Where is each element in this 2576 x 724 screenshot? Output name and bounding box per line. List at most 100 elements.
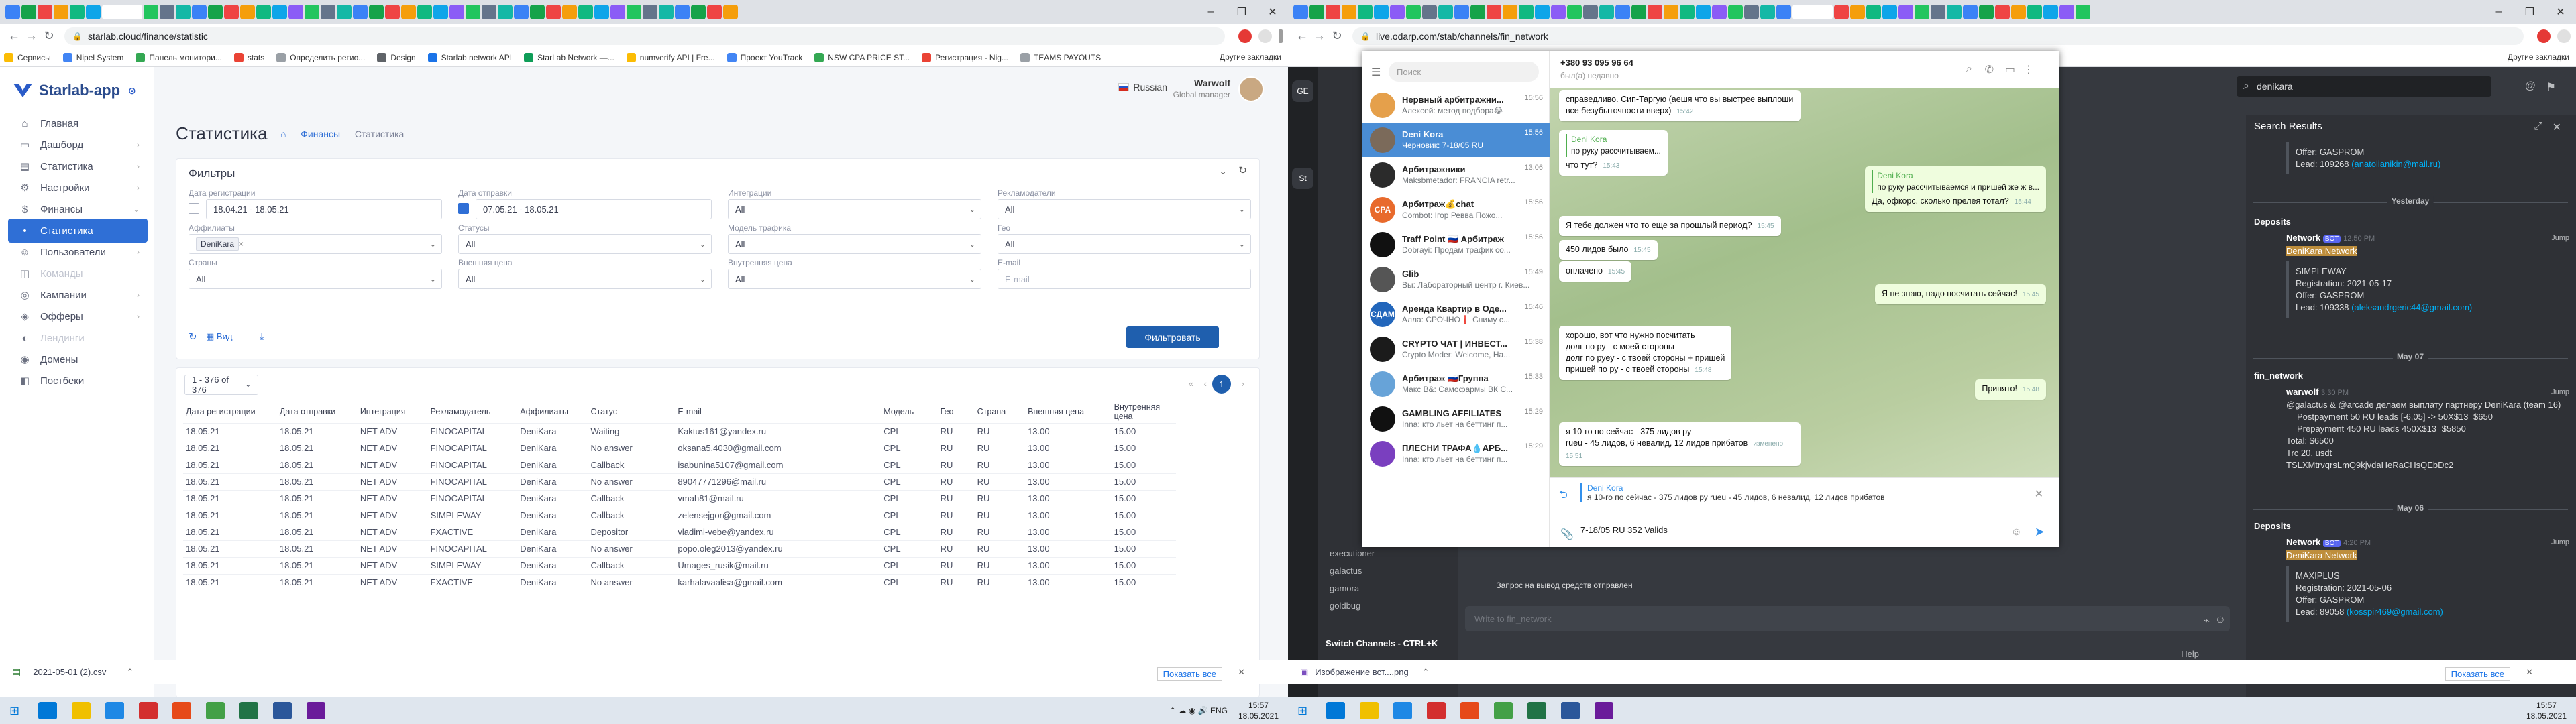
browser-tab[interactable]: [1850, 5, 1865, 19]
taskbar-app-icon[interactable]: [72, 702, 91, 719]
profile-icon[interactable]: [1258, 29, 1272, 43]
browser-tab[interactable]: [401, 5, 416, 19]
telegram-chat-item[interactable]: Traff Point 🇷🇺 Арбитраж Dobrayi: Продам т…: [1362, 228, 1550, 261]
phone-icon[interactable]: ✆: [1985, 63, 1994, 76]
taskbar-app-icon[interactable]: [206, 702, 225, 719]
filter-input[interactable]: DeniKara × ⌄: [189, 234, 442, 254]
back-icon[interactable]: ←: [5, 29, 23, 43]
filter-input[interactable]: 18.04.21 - 18.05.21: [206, 199, 442, 219]
maximize-icon[interactable]: ❐: [1226, 0, 1257, 24]
taskbar-app-icon[interactable]: [1326, 702, 1346, 719]
bookmark-item[interactable]: Панель монитори...: [136, 52, 222, 62]
channel-item[interactable]: galactus: [1330, 566, 1362, 576]
browser-tab[interactable]: [1963, 5, 1978, 19]
server-ge-icon[interactable]: GE: [1292, 80, 1313, 102]
show-all-button[interactable]: Показать все: [1157, 667, 1222, 681]
logo-gear-icon[interactable]: ⊙: [128, 85, 136, 97]
taskbar-app-icon[interactable]: [1494, 702, 1513, 719]
telegram-chat-item[interactable]: CPA Арбитраж💰chat Combot: Ігор Ревва Пожо.…: [1362, 193, 1550, 227]
filter-button[interactable]: Фильтровать: [1126, 326, 1219, 348]
reload-icon[interactable]: ↻: [1328, 29, 1346, 43]
filter-input[interactable]: All ⌄: [458, 234, 712, 254]
menu-icon[interactable]: [1279, 29, 1283, 43]
hamburger-icon[interactable]: ☰: [1371, 66, 1381, 79]
windows-start-icon[interactable]: ⊞: [1297, 704, 1307, 718]
browser-tab[interactable]: [369, 5, 384, 19]
bookmark-item[interactable]: stats: [233, 52, 264, 62]
browser-tab[interactable]: [691, 5, 706, 19]
table-row[interactable]: 18.05.21 18.05.21 NET ADV FXACTIVE DeniKara N…: [183, 573, 1176, 591]
browser-tab[interactable]: [514, 5, 529, 19]
browser-tab[interactable]: [449, 5, 464, 19]
address-bar[interactable]: 🔒 starlab.cloud/finance/statistic: [64, 27, 1225, 45]
result-3[interactable]: Deposits Network BOT 4:20 PM Jump DeniKa…: [2254, 520, 2569, 622]
table-row[interactable]: 18.05.21 18.05.21 NET ADV SIMPLEWAY DeniKara…: [183, 506, 1176, 524]
clock[interactable]: 15:57 18.05.2021: [1238, 700, 1279, 721]
sidebar-icon[interactable]: ▭: [2005, 63, 2015, 76]
browser-tab[interactable]: [1615, 5, 1630, 19]
refresh-filter-icon[interactable]: ↻: [189, 330, 197, 343]
browser-tab[interactable]: [578, 5, 593, 19]
taskbar-app-icon[interactable]: [273, 702, 292, 719]
browser-tab[interactable]: [272, 5, 287, 19]
server-st-icon[interactable]: St: [1292, 168, 1313, 189]
more-icon[interactable]: ⋮: [2023, 63, 2034, 76]
taskbar-app-icon[interactable]: [139, 702, 158, 719]
table-row[interactable]: 18.05.21 18.05.21 NET ADV FXACTIVE DeniKara D…: [183, 523, 1176, 540]
browser-tab[interactable]: [1995, 5, 2010, 19]
browser-tab[interactable]: [38, 5, 52, 19]
chat-message[interactable]: Deni Kora по руку рассчитываем... что тут?…: [1559, 130, 1668, 176]
column-header[interactable]: Интеграция: [358, 400, 428, 423]
column-header[interactable]: Страна: [975, 400, 1025, 423]
first-page-icon[interactable]: «: [1189, 379, 1193, 389]
back-icon[interactable]: ←: [1293, 29, 1311, 43]
telegram-chat-item[interactable]: Нервный арбитражни... Алексей: метод подб…: [1362, 88, 1550, 122]
browser-tab[interactable]: [1470, 5, 1485, 19]
telegram-chat-item[interactable]: GAMBLING AFFILIATES Inna: кто льет на бет…: [1362, 402, 1550, 436]
bookmark-item[interactable]: Регистрация - Nig...: [922, 52, 1008, 62]
sidebar-item[interactable]: $ Финансы ⌄: [8, 197, 148, 221]
browser-tab[interactable]: [1898, 5, 1913, 19]
browser-tab[interactable]: [2043, 5, 2058, 19]
telegram-chat-item[interactable]: СДАМ Аренда Квартир в Оде... Алла: СРОЧНО❗…: [1362, 298, 1550, 331]
browser-tab[interactable]: [353, 5, 368, 19]
address-bar[interactable]: 🔒 live.odarp.com/stab/channels/fin_netwo…: [1352, 27, 2524, 45]
filter-input[interactable]: All ⌄: [998, 234, 1251, 254]
show-all-button[interactable]: Показать все: [2445, 667, 2510, 681]
browser-tab[interactable]: [707, 5, 722, 19]
extension-icon[interactable]: [1238, 29, 1252, 43]
browser-tab[interactable]: [1728, 5, 1743, 19]
chat-message[interactable]: Я не знаю, надо посчитать сейчас! 15:45: [1874, 284, 2046, 304]
sidebar-item[interactable]: ▤ Статистика ›: [8, 154, 148, 178]
telegram-chat-item[interactable]: Deni Kora Черновик: 7-18/05 RU 15:56: [1362, 123, 1550, 157]
browser-tab[interactable]: [2027, 5, 2042, 19]
browser-tab[interactable]: [305, 5, 319, 19]
bookmark-item[interactable]: numverify API | Fre...: [626, 52, 715, 62]
chevron-up-icon[interactable]: ⌃: [126, 667, 133, 678]
page-number[interactable]: 1: [1212, 375, 1231, 394]
taskbar-app-icon[interactable]: [105, 702, 125, 719]
bookmark-item[interactable]: StarLab Network —...: [524, 52, 614, 62]
minimize-icon[interactable]: –: [1195, 0, 1226, 24]
browser-tab[interactable]: [627, 5, 641, 19]
reload-icon[interactable]: ↻: [40, 29, 58, 43]
forward-icon[interactable]: →: [23, 29, 40, 43]
attach-icon[interactable]: 📎: [1560, 528, 1574, 541]
browser-tab[interactable]: [1744, 5, 1759, 19]
browser-tab[interactable]: [1760, 5, 1775, 19]
other-bookmarks[interactable]: Другие закладки: [1220, 52, 1281, 62]
browser-tab[interactable]: [1551, 5, 1566, 19]
browser-tab[interactable]: [1326, 5, 1340, 19]
clock[interactable]: 15:57 18.05.2021: [2526, 700, 2567, 721]
column-header[interactable]: Внешняя цена: [1025, 400, 1112, 423]
filter-checkbox[interactable]: [458, 203, 469, 214]
browser-tab[interactable]: [240, 5, 255, 19]
browser-tab[interactable]: [102, 5, 142, 19]
page-range-select[interactable]: 1 - 376 of 376 ⌄: [184, 375, 258, 395]
sidebar-item[interactable]: ◫ Команды: [8, 261, 148, 286]
browser-tab[interactable]: [1358, 5, 1373, 19]
browser-tab[interactable]: [433, 5, 448, 19]
message-input[interactable]: Write to fin_network: [1465, 606, 2230, 631]
browser-tab[interactable]: [417, 5, 432, 19]
browser-tab[interactable]: [1680, 5, 1695, 19]
